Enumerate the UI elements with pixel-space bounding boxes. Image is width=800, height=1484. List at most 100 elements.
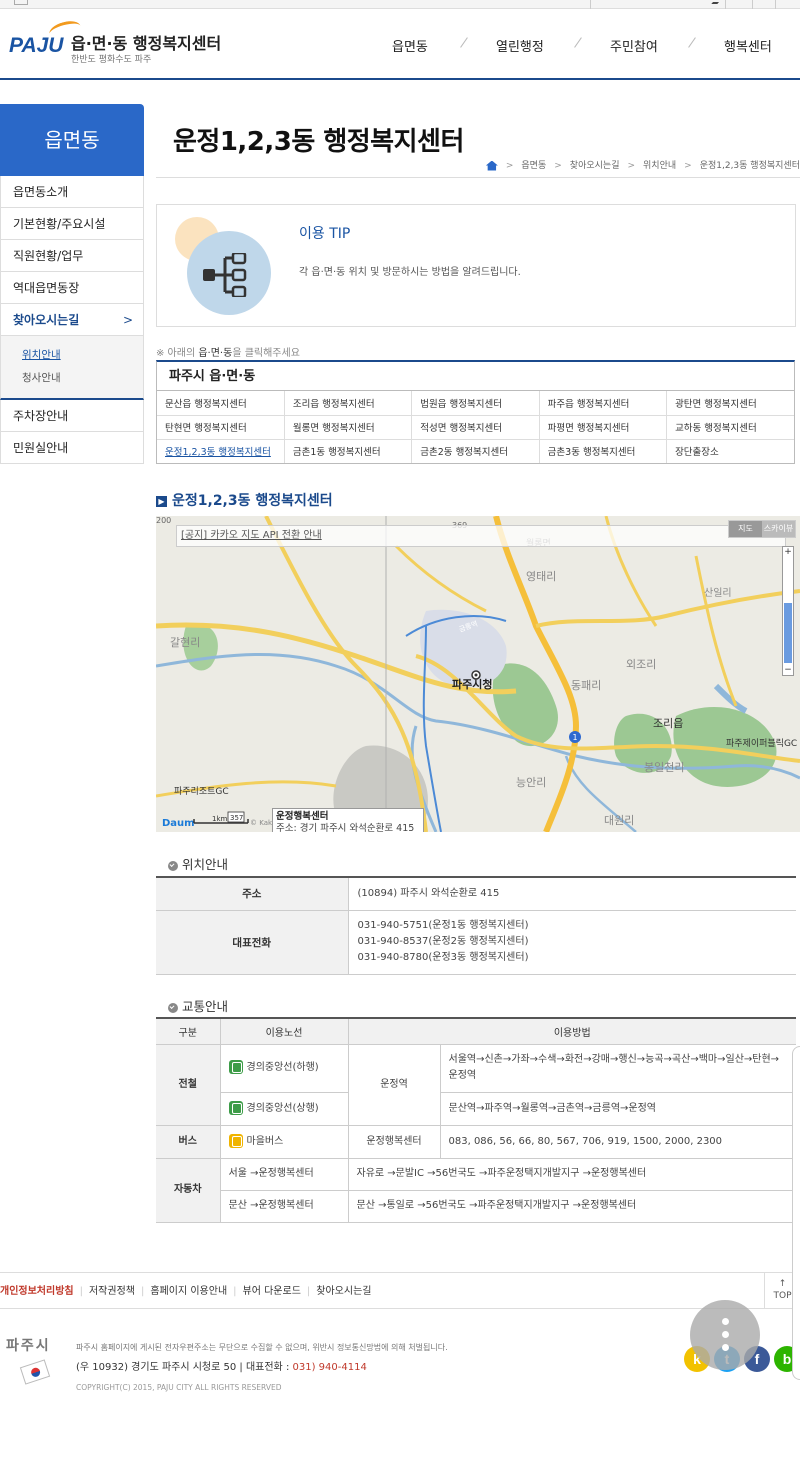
breadcrumb-item[interactable]: 찾아오시는길 [570,161,620,171]
route-badge: 1 [572,733,577,742]
check-circle-icon [168,860,178,871]
footer-link-privacy[interactable]: 개인정보처리방침 [0,1286,74,1297]
col-header: 이용노선 [220,1018,349,1045]
footer-link[interactable]: 저작권정책 [89,1286,135,1297]
utility-button[interactable] [14,0,28,5]
line-name: 경의중앙선(하행) [246,1062,319,1073]
nav-item-open-admin[interactable]: 열린행정 [496,36,544,55]
chevron-right-icon: > [122,313,133,327]
map-api-notice[interactable]: [공지] 카카오 지도 API 전환 안내 [176,525,786,547]
dong-link-selected[interactable]: 운정1,2,3동 행정복지센터 [157,439,285,463]
notice-suffix: 을 클릭해주세요 [232,348,300,359]
dong-link[interactable]: 교하동 행정복지센터 [666,415,794,440]
route-line: 마을버스 [220,1125,349,1159]
dong-link[interactable]: 파평면 행정복지센터 [539,415,668,440]
dong-link[interactable]: 금촌1동 행정복지센터 [284,439,413,463]
route-method: 서울역→신촌→가좌→수색→화전→강매→행신→능곡→곡산→백마→일산→탄현→운정역 [440,1044,796,1093]
breadcrumb-item[interactable]: 위치안내 [643,161,676,171]
breadcrumb-item[interactable]: 읍면동 [521,161,546,171]
side-nav-item[interactable]: 기본현황/주요시설 [0,208,144,240]
nav-item-happy-center[interactable]: 행복센터 [724,36,772,55]
footer-address: (우 10932) 경기도 파주시 시청로 50 | 대표전화 : 031) 9… [76,1358,448,1378]
email-notice: 파주시 홈페이지에 게시된 전자우편주소는 무단으로 수집할 수 없으며, 위반… [76,1343,448,1352]
check-circle-icon [168,1002,178,1013]
footer-link[interactable]: 홈페이지 이용안내 [150,1286,227,1297]
info-window-title: 운정행복센터 [276,811,329,822]
main-nav: 읍면동 열린행정 주민참여 행복센터 [360,36,800,56]
footer-sep: | [140,1286,145,1297]
zoom-level-bar[interactable] [784,603,792,663]
route-line: 문산 →운정행복센터 [220,1190,349,1223]
dong-link[interactable]: 조리읍 행정복지센터 [284,391,413,416]
phone-label: 대표전화 [156,910,349,975]
map-notice-text[interactable]: [공지] 카카오 지도 API 전환 안내 [181,530,322,541]
info-window-address: 주소: 경기 파주시 와석순환로 415 [276,823,415,832]
map-label: 산일리 [704,587,732,599]
side-nav-item-directions[interactable]: 찾아오시는길 > [0,304,144,336]
dong-link[interactable]: 적성면 행정복지센터 [411,415,540,440]
dong-link[interactable]: 파주읍 행정복지센터 [539,391,668,416]
dong-link[interactable]: 월롱면 행정복지센터 [284,415,413,440]
map-zoom-control[interactable]: + − [782,546,794,676]
map-view[interactable]: 1 369 파주시청 영태리 월롱면 산일리 갈현리 동패리 외조리 조리읍 봉… [156,516,800,832]
map-type-map[interactable]: 지도 [729,521,762,537]
map-type-sky[interactable]: 스카이뷰 [762,521,795,537]
side-nav-item[interactable]: 주차장안내 [0,400,144,432]
location-section-title: 위치안내 [168,854,228,873]
tip-box: 이용 TIP 각 읍·면·동 위치 및 방문하시는 방법을 알려드립니다. [156,204,796,327]
dong-link[interactable]: 문산읍 행정복지센터 [157,391,285,416]
dong-link[interactable]: 금촌2동 행정복지센터 [411,439,540,463]
site-logo[interactable]: PAJU 읍·면·동 행정복지센터 한반도 평화수도 파주 [9,18,221,68]
dong-link[interactable]: 광탄면 행정복지센터 [666,391,794,416]
station-name: 운정역 [348,1044,441,1126]
side-nav-item[interactable]: 민원실안내 [0,432,144,464]
train-icon [228,1060,243,1074]
side-nav-item[interactable]: 역대읍면동장 [0,272,144,304]
logo-mark: PAJU [9,34,64,57]
address-text: (우 10932) 경기도 파주시 시청로 50 | 대표전화 : [76,1362,293,1373]
map-label: 봉일천리 [644,760,684,774]
footer-sep: | [233,1286,237,1297]
dot-icon [722,1344,729,1351]
route-line: 경의중앙선(상행) [220,1092,349,1126]
map-label: 파주리조트GC [174,786,229,797]
side-subnav-item-building[interactable]: 청사안내 [22,367,143,390]
map-section-title: ▶ 운정1,2,3동 행정복지센터 [156,490,333,510]
zoom-out-button[interactable]: − [783,665,793,675]
home-icon[interactable] [485,160,498,171]
map-type-toggle[interactable]: 지도 스카이뷰 [728,520,796,538]
side-nav-item[interactable]: 직원현황/업무 [0,240,144,272]
title-divider [156,177,800,178]
breadcrumb-item: 운정1,2,3동 행정복지센터 [699,161,800,171]
side-nav-item[interactable]: 읍면동소개 [0,176,144,208]
map-canvas[interactable]: 1 369 파주시청 영태리 월롱면 산일리 갈현리 동패리 외조리 조리읍 봉… [156,516,800,832]
line-name: 경의중앙선(상행) [246,1102,319,1114]
bus-icon [228,1133,243,1148]
nav-item-eupmyeondong[interactable]: 읍면동 [392,36,428,55]
nav-item-participation[interactable]: 주민참여 [610,36,658,55]
dong-link[interactable]: 법원읍 행정복지센터 [411,391,540,416]
dong-link[interactable]: 금촌3동 행정복지센터 [539,439,668,463]
footer-logo: 파주시 [6,1335,66,1385]
dot-icon [722,1318,729,1325]
footer-link[interactable]: 찾아오시는길 [316,1286,371,1297]
zoom-in-button[interactable]: + [783,547,793,557]
footer-info: 파주시 홈페이지에 게시된 전자우편주소는 무단으로 수집할 수 없으며, 위반… [76,1338,448,1398]
dong-link[interactable]: 탄현면 행정복지센터 [157,415,285,440]
floating-menu-button[interactable] [690,1300,760,1370]
side-subnav-item-location[interactable]: 위치안내 [22,344,143,367]
side-subnav: 위치안내 청사안내 [0,336,144,400]
dong-link[interactable]: 장단출장소 [667,439,794,463]
map-info-window: 운정행복센터 주소: 경기 파주시 와석순환로 415 [272,808,424,832]
site-footer: 개인정보처리방침 | 저작권정책 | 홈페이지 이용안내 | 뷰어 다운로드 | 찾아오시는길 … [0,1272,800,1484]
search-icon[interactable] [711,0,721,4]
footer-link[interactable]: 뷰어 다운로드 [243,1286,301,1297]
top-search-box[interactable] [590,0,726,9]
utility-button[interactable] [752,0,776,9]
map-label: 조리읍 [653,717,683,730]
footer-logo-text: 파주시 [6,1338,51,1354]
select-notice: ※ 아래의 읍·면·동을 클릭해주세요 [156,344,300,359]
category-car: 자동차 [156,1158,221,1223]
map-label: 동패리 [571,679,601,692]
edge-side-panel-handle[interactable] [792,1046,800,1380]
